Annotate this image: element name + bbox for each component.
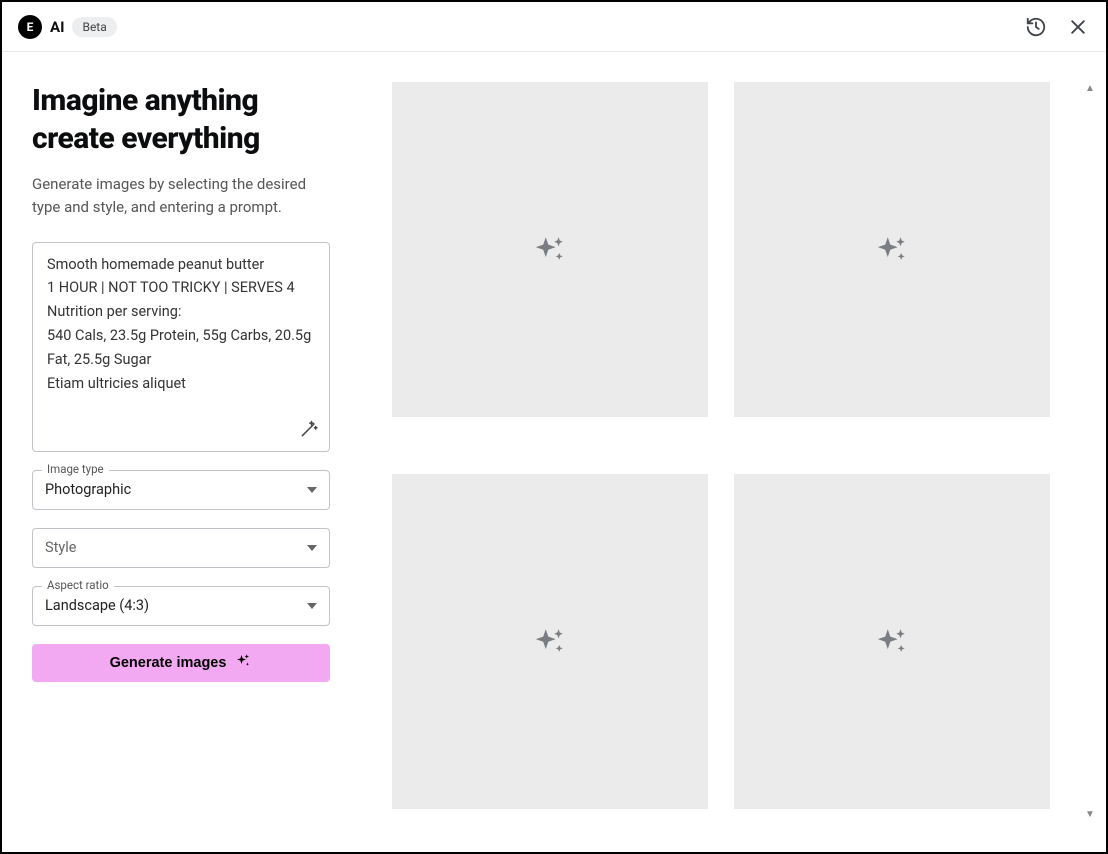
header: E AI Beta	[2, 2, 1106, 52]
style-field: Style	[32, 528, 330, 568]
header-left: E AI Beta	[18, 15, 117, 39]
chevron-down-icon	[307, 545, 317, 551]
page-subtitle: Generate images by selecting the desired…	[32, 173, 332, 220]
close-icon[interactable]	[1066, 15, 1090, 39]
page-title: Imagine anything create everything	[32, 82, 332, 157]
image-placeholder	[392, 82, 708, 417]
scroll-down-icon: ▼	[1084, 808, 1096, 820]
image-grid	[392, 82, 1052, 842]
scroll-up-icon: ▲	[1084, 82, 1096, 94]
aspect-ratio-label: Aspect ratio	[42, 578, 114, 592]
image-type-select[interactable]: Photographic	[32, 470, 330, 510]
sidebar: Imagine anything create everything Gener…	[2, 52, 362, 852]
generate-label: Generate images	[110, 655, 227, 671]
magic-wand-icon[interactable]	[299, 419, 319, 443]
generate-images-button[interactable]: Generate images	[32, 644, 330, 682]
chevron-down-icon	[307, 487, 317, 493]
style-select[interactable]: Style	[32, 528, 330, 568]
image-placeholder	[392, 474, 708, 809]
aspect-ratio-select[interactable]: Landscape (4:3)	[32, 586, 330, 626]
sparkle-icon	[234, 652, 252, 674]
image-type-value: Photographic	[45, 481, 131, 498]
main: Imagine anything create everything Gener…	[2, 52, 1106, 852]
aspect-ratio-value: Landscape (4:3)	[45, 597, 149, 614]
chevron-down-icon	[307, 603, 317, 609]
history-icon[interactable]	[1024, 15, 1048, 39]
beta-chip: Beta	[72, 17, 116, 37]
image-placeholder	[734, 82, 1050, 417]
image-type-field: Image type Photographic	[32, 470, 330, 510]
results-scrollbar[interactable]: ▲ ▼	[1084, 82, 1096, 822]
logo-icon: E	[18, 15, 42, 39]
aspect-ratio-field: Aspect ratio Landscape (4:3)	[32, 586, 330, 626]
ai-label: AI	[50, 18, 64, 36]
prompt-box	[32, 242, 330, 452]
header-right	[1024, 15, 1090, 39]
image-type-label: Image type	[42, 462, 109, 476]
results-panel: ▲ ▼	[362, 52, 1106, 852]
image-placeholder	[734, 474, 1050, 809]
style-placeholder: Style	[45, 539, 76, 556]
prompt-input[interactable]	[33, 243, 329, 413]
